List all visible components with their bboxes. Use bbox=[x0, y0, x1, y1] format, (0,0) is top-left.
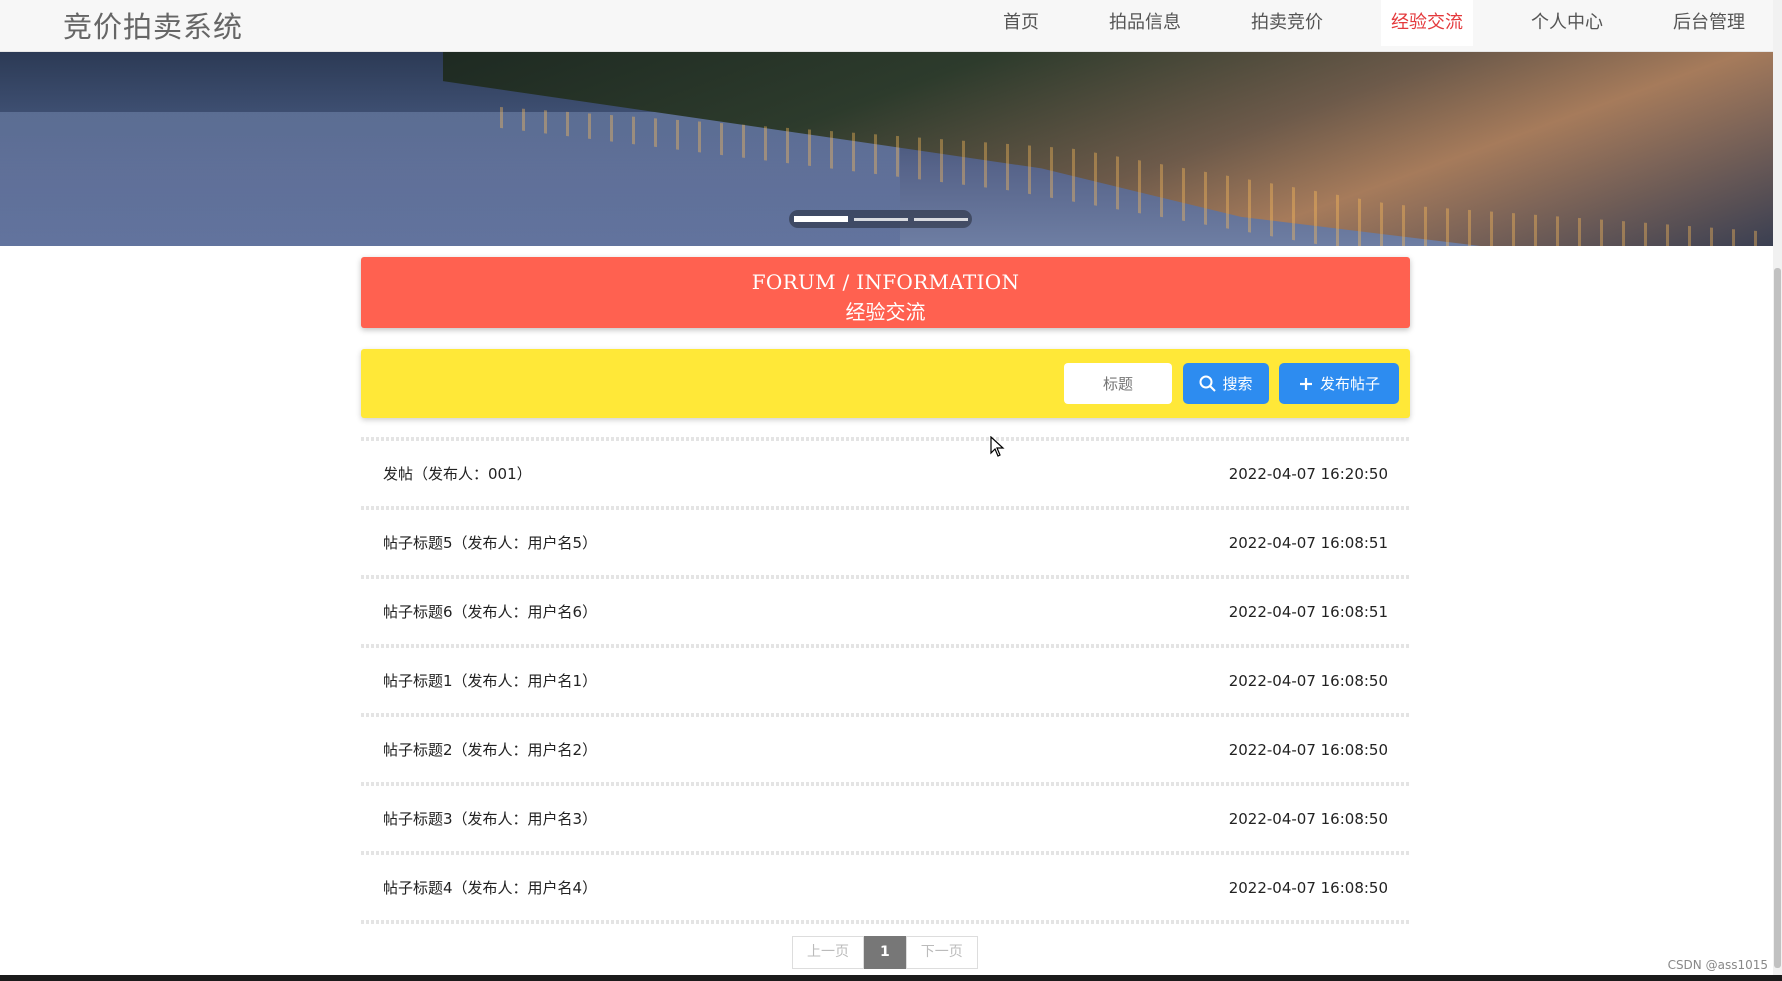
post-title[interactable]: 帖子标题4（发布人：用户名4） bbox=[383, 877, 597, 898]
post-time: 2022-04-07 16:08:50 bbox=[1228, 809, 1388, 828]
list-item[interactable]: 帖子标题4（发布人：用户名4） 2022-04-07 16:08:50 bbox=[361, 855, 1410, 920]
nav-item-admin[interactable]: 后台管理 bbox=[1645, 0, 1773, 46]
title-search-input[interactable] bbox=[1064, 363, 1172, 404]
search-button[interactable]: 搜索 bbox=[1183, 363, 1269, 404]
list-item[interactable]: 帖子标题5（发布人：用户名5） 2022-04-07 16:08:51 bbox=[361, 510, 1410, 575]
list-item[interactable]: 帖子标题6（发布人：用户名6） 2022-04-07 16:08:51 bbox=[361, 579, 1410, 644]
new-post-button-label: 发布帖子 bbox=[1319, 375, 1380, 393]
post-title[interactable]: 发帖（发布人：001） bbox=[383, 463, 532, 484]
list-item[interactable]: 帖子标题2（发布人：用户名2） 2022-04-07 16:08:50 bbox=[361, 717, 1410, 782]
forum-header: FORUM / INFORMATION 经验交流 bbox=[361, 257, 1410, 328]
next-page-button[interactable]: 下一页 bbox=[905, 936, 978, 969]
search-bar: 搜索 发布帖子 bbox=[361, 349, 1410, 418]
post-time: 2022-04-07 16:08:50 bbox=[1228, 740, 1388, 759]
list-item[interactable]: 帖子标题1（发布人：用户名1） 2022-04-07 16:08:50 bbox=[361, 648, 1410, 713]
nav-item-auction[interactable]: 拍卖竞价 bbox=[1223, 0, 1351, 46]
forum-title-cn: 经验交流 bbox=[845, 300, 926, 324]
nav-item-home[interactable]: 首页 bbox=[975, 0, 1067, 46]
list-item[interactable]: 帖子标题3（发布人：用户名3） 2022-04-07 16:08:50 bbox=[361, 786, 1410, 851]
scrollbar-thumb[interactable] bbox=[1774, 268, 1781, 968]
post-title[interactable]: 帖子标题1（发布人：用户名1） bbox=[383, 670, 597, 691]
carousel-indicators bbox=[789, 210, 972, 228]
post-title[interactable]: 帖子标题5（发布人：用户名5） bbox=[383, 532, 597, 553]
nav-item-personal-center[interactable]: 个人中心 bbox=[1503, 0, 1631, 46]
list-item[interactable]: 发帖（发布人：001） 2022-04-07 16:20:50 bbox=[361, 441, 1410, 506]
post-time: 2022-04-07 16:20:50 bbox=[1228, 464, 1388, 483]
search-icon bbox=[1199, 375, 1217, 392]
main-nav: 首页 拍品信息 拍卖竞价 经验交流 个人中心 后台管理 bbox=[961, 0, 1773, 52]
carousel-dot-2[interactable] bbox=[853, 217, 908, 221]
watermark: CSDN @ass1015 bbox=[1667, 958, 1768, 972]
site-brand[interactable]: 竞价拍卖系统 bbox=[63, 4, 243, 46]
post-list: 发帖（发布人：001） 2022-04-07 16:20:50 帖子标题5（发布… bbox=[361, 437, 1410, 924]
divider bbox=[361, 920, 1410, 924]
forum-title-en: FORUM / INFORMATION bbox=[751, 270, 1020, 294]
page-1-button[interactable]: 1 bbox=[864, 936, 906, 969]
post-time: 2022-04-07 16:08:51 bbox=[1228, 533, 1388, 552]
post-title[interactable]: 帖子标题2（发布人：用户名2） bbox=[383, 739, 597, 760]
post-time: 2022-04-07 16:08:51 bbox=[1228, 602, 1388, 621]
window-bottom-edge bbox=[0, 975, 1782, 981]
banner-carousel[interactable] bbox=[0, 52, 1773, 246]
carousel-dot-1[interactable] bbox=[793, 216, 848, 222]
carousel-dot-3[interactable] bbox=[913, 217, 968, 221]
post-title[interactable]: 帖子标题3（发布人：用户名3） bbox=[383, 808, 597, 829]
plus-icon bbox=[1298, 376, 1314, 392]
top-navigation: 竞价拍卖系统 首页 拍品信息 拍卖竞价 经验交流 个人中心 后台管理 bbox=[0, 0, 1773, 52]
post-title[interactable]: 帖子标题6（发布人：用户名6） bbox=[383, 601, 597, 622]
new-post-button[interactable]: 发布帖子 bbox=[1279, 363, 1399, 404]
post-time: 2022-04-07 16:08:50 bbox=[1228, 878, 1388, 897]
vertical-scrollbar[interactable] bbox=[1773, 0, 1782, 981]
post-time: 2022-04-07 16:08:50 bbox=[1228, 671, 1388, 690]
nav-item-forum[interactable]: 经验交流 bbox=[1381, 0, 1473, 46]
prev-page-button[interactable]: 上一页 bbox=[792, 936, 864, 969]
search-button-label: 搜索 bbox=[1222, 375, 1253, 393]
nav-item-items[interactable]: 拍品信息 bbox=[1081, 0, 1209, 46]
pagination: 上一页 1 下一页 bbox=[792, 936, 978, 969]
mouse-cursor-icon bbox=[990, 435, 1006, 462]
